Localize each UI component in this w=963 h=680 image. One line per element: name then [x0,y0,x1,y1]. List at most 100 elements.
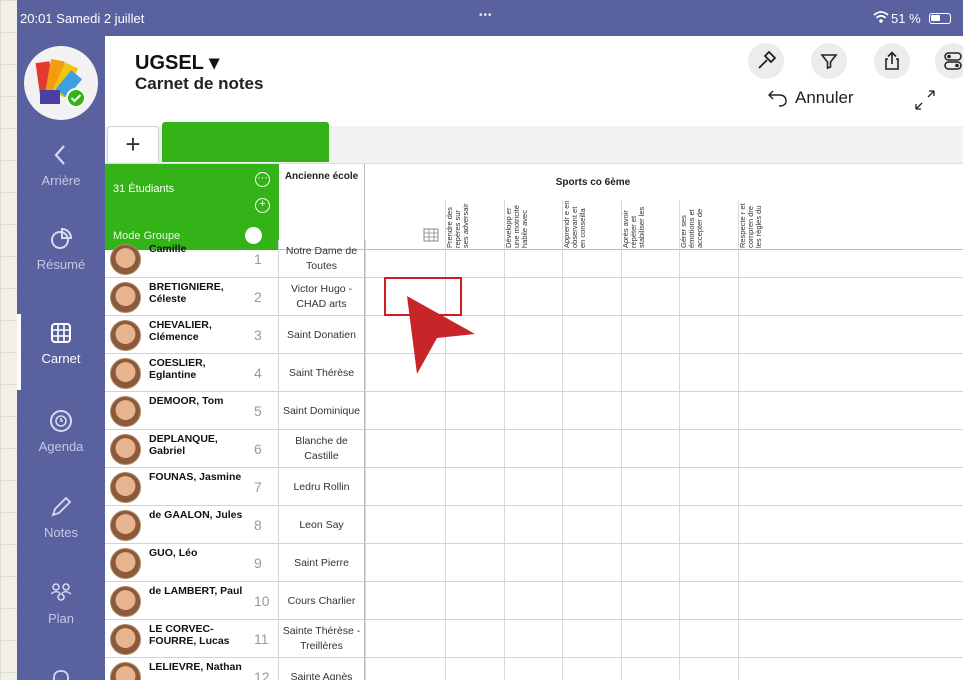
school-cell[interactable]: Saint Pierre [279,544,365,582]
add-tab-button[interactable]: + [107,126,159,162]
grade-cell[interactable] [445,582,504,620]
grade-cell[interactable] [679,506,738,544]
undo-button[interactable]: Annuler [767,88,854,108]
student-cell[interactable]: GUO, Léo 9 [105,544,279,582]
school-cell[interactable]: Saint Thérèse [279,354,365,392]
grade-cell[interactable] [679,430,738,468]
grade-cell[interactable] [503,278,563,316]
school-cell[interactable]: Sainte Thérèse - Treillères [279,620,365,658]
grade-cell[interactable] [503,468,563,506]
grade-cell[interactable] [365,582,445,620]
school-cell[interactable]: Sainte Agnès [279,658,365,680]
grade-cell[interactable] [562,658,621,680]
school-cell[interactable]: Notre Dame de Toutes [279,240,365,278]
grade-cell[interactable] [737,468,797,506]
grade-cell[interactable] [737,620,797,658]
grade-cell[interactable] [679,544,738,582]
grade-cell[interactable] [445,620,504,658]
student-cell[interactable]: CHEVALIER, Clémence 3 [105,316,279,354]
nav-back[interactable]: Arrière [17,142,105,188]
grade-cell[interactable] [679,582,738,620]
student-cell[interactable]: COESLIER, Eglantine 4 [105,354,279,392]
nav-plan[interactable]: Plan [17,580,105,626]
grade-cell[interactable] [562,278,621,316]
grade-cell[interactable] [562,620,621,658]
filter-button[interactable] [811,43,847,79]
grade-cell[interactable] [679,620,738,658]
grade-cell[interactable] [562,392,621,430]
grade-cell[interactable] [737,430,797,468]
grade-cell[interactable] [365,658,445,680]
school-cell[interactable]: Blanche de Castille [279,430,365,468]
grade-cell[interactable] [503,582,563,620]
grade-cell[interactable] [365,506,445,544]
grade-cell[interactable] [620,392,680,430]
grade-cell[interactable] [562,316,621,354]
more-options-icon[interactable]: ··· [255,172,270,187]
nav-more[interactable] [17,666,105,680]
grade-cell[interactable] [503,240,563,278]
grade-cell[interactable] [737,506,797,544]
grade-cell[interactable] [737,240,797,278]
tools-button[interactable] [748,43,784,79]
grade-cell[interactable] [562,354,621,392]
grade-cell[interactable] [562,506,621,544]
grade-cell[interactable] [445,240,504,278]
school-cell[interactable]: Saint Dominique [279,392,365,430]
student-cell[interactable]: LE CORVEC-FOURRE, Lucas 11 [105,620,279,658]
grade-cell[interactable] [445,544,504,582]
grade-cell[interactable] [503,354,563,392]
nav-resume[interactable]: Résumé [17,226,105,272]
grade-cell[interactable] [620,620,680,658]
student-cell[interactable]: FOUNAS, Jasmine 7 [105,468,279,506]
school-cell[interactable]: Cours Charlier [279,582,365,620]
grade-cell[interactable] [737,392,797,430]
grade-cell[interactable] [679,392,738,430]
grade-cell[interactable] [365,620,445,658]
grade-cell[interactable] [365,430,445,468]
grade-cell[interactable] [679,468,738,506]
grade-cell[interactable] [562,468,621,506]
grade-cell[interactable] [445,392,504,430]
grade-cell[interactable] [445,506,504,544]
active-group-tab[interactable] [162,122,329,162]
settings-toggle-button[interactable] [935,43,963,79]
grade-cell[interactable] [679,658,738,680]
grade-cell[interactable] [737,658,797,680]
school-column-header[interactable]: Ancienne école [279,164,365,250]
sports-title[interactable]: Sports co 6ème [473,177,713,188]
nav-carnet[interactable]: Carnet [17,320,105,366]
student-cell[interactable]: BRETIGNIERE, Céleste 2 [105,278,279,316]
grade-cell[interactable] [562,240,621,278]
grade-cell[interactable] [620,468,680,506]
school-cell[interactable]: Saint Donatien [279,316,365,354]
nav-agenda[interactable]: Agenda [17,408,105,454]
school-cell[interactable]: Leon Say [279,506,365,544]
grade-cell[interactable] [562,544,621,582]
share-button[interactable] [874,43,910,79]
grade-cell[interactable] [737,582,797,620]
grade-cell[interactable] [503,316,563,354]
grade-cell[interactable] [562,582,621,620]
grade-cell[interactable] [365,468,445,506]
grade-cell[interactable] [445,430,504,468]
grade-cell[interactable] [365,544,445,582]
grade-cell[interactable] [445,658,504,680]
grade-cell[interactable] [503,506,563,544]
grade-cell[interactable] [620,278,680,316]
grade-cell[interactable] [503,620,563,658]
expand-icon[interactable] [913,88,937,112]
grade-cell[interactable] [562,430,621,468]
grade-cell[interactable] [620,316,680,354]
app-logo[interactable] [24,46,98,120]
grade-cell[interactable] [737,278,797,316]
grade-cell[interactable] [620,430,680,468]
student-cell[interactable]: LELIEVRE, Nathan 12 [105,658,279,680]
grade-cell[interactable] [679,354,738,392]
grade-cell[interactable] [620,506,680,544]
class-selector[interactable]: UGSEL ▾ [135,50,219,75]
grade-cell[interactable] [620,354,680,392]
grade-cell[interactable] [365,392,445,430]
grade-cell[interactable] [679,240,738,278]
student-cell[interactable]: de GAALON, Jules 8 [105,506,279,544]
